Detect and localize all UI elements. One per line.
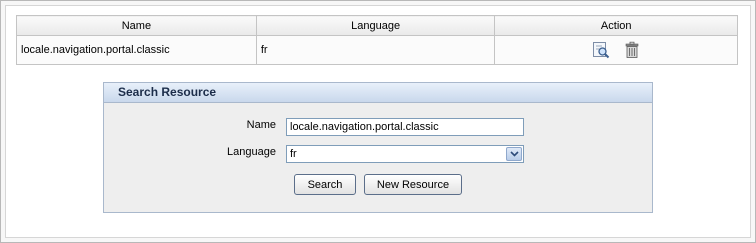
search-resource-panel: Search Resource Name Language fr Search … [103,82,653,213]
name-label: Name [246,119,276,131]
cell-language: fr [255,35,496,65]
edit-magnifier-icon[interactable] [592,41,610,59]
column-header-name: Name [16,15,257,36]
trash-icon[interactable] [623,41,641,59]
resource-table: Name Language Action locale.navigation.p… [16,15,738,65]
table-row: locale.navigation.portal.classic fr [16,35,738,65]
table-header-row: Name Language Action [16,15,738,36]
new-resource-button[interactable]: New Resource [364,174,462,195]
column-header-language: Language [255,15,496,36]
language-selected-value: fr [290,148,297,160]
column-header-action: Action [494,15,738,36]
chevron-down-icon[interactable] [506,147,522,161]
language-select[interactable]: fr [286,145,524,163]
panel-title: Search Resource [104,83,652,103]
name-input[interactable] [286,118,524,136]
search-button[interactable]: Search [294,174,356,195]
language-label: Language [227,146,276,158]
cell-action [494,35,738,65]
cell-name: locale.navigation.portal.classic [16,35,257,65]
